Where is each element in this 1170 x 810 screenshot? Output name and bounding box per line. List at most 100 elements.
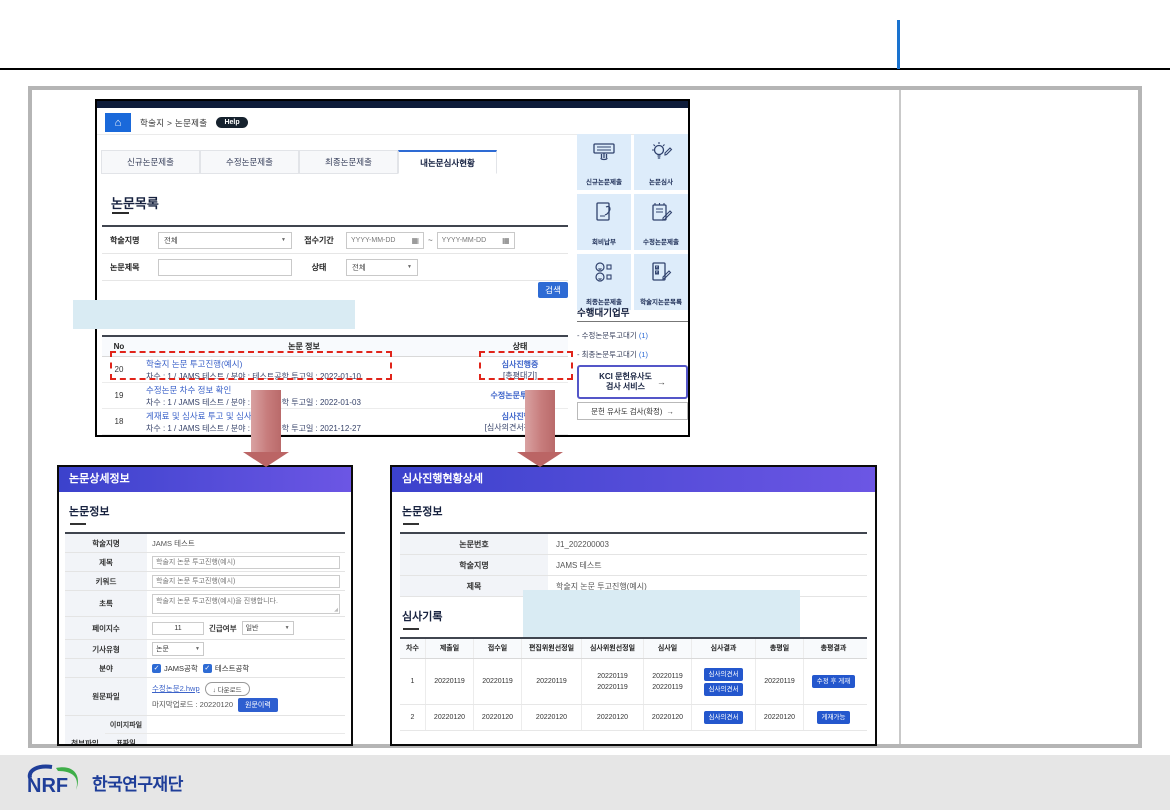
abstract-label: 초록: [65, 591, 147, 616]
calendar-icon[interactable]: ▦: [502, 236, 510, 245]
search-form: 학술지명 전체 ▼ 접수기간 ▦ ~ ▦: [102, 225, 568, 281]
journal-select-value: 전체: [164, 235, 178, 246]
quickmenu-new-submission[interactable]: 신규논문제출: [577, 134, 631, 190]
breadcrumb: 학술지 > 논문제출: [140, 117, 207, 129]
urgent-select[interactable]: 일반 ▼: [242, 621, 294, 635]
keyword-input[interactable]: [152, 575, 340, 588]
pending-item-label: 최종논문투고대기: [582, 350, 637, 359]
tab-my-review-status[interactable]: 내논문심사현황: [398, 150, 497, 174]
receipt-date: 20220119: [474, 659, 522, 704]
table-row: 19 수정논문 차수 정보 확인 차수 : 1 / JAMS 테스트 / 분야 …: [102, 383, 568, 409]
quickmenu-fee-payment[interactable]: 회비납부: [577, 194, 631, 250]
title-label: 제목: [65, 553, 147, 571]
lightbulb-pencil-icon: [649, 140, 673, 164]
paper-detail-panel: 논문상세정보 논문정보 학술지명 JAMS 테스트 제목 키워드 초록 학술지 …: [57, 465, 353, 746]
status-select[interactable]: 전체 ▼: [346, 259, 418, 276]
record-row: 2 20220120 20220120 20220120 20220120 20…: [400, 705, 867, 731]
abstract-value: 학술지 논문 투고진행(예시)을 진행합니다.: [156, 598, 278, 605]
date-from-field[interactable]: ▦: [346, 232, 424, 249]
pending-tasks-title: 수행대기업무: [577, 305, 629, 319]
quickmenu-revised-submission[interactable]: 수정논문제출: [634, 194, 688, 250]
tab-revised-submission[interactable]: 수정논문제출: [200, 150, 299, 174]
col-summary-result: 총평결과: [804, 639, 863, 658]
urgent-label: 긴급여부: [209, 623, 237, 634]
summary-result-button[interactable]: 수정 후 게재: [812, 675, 856, 688]
home-icon: ⌂: [115, 117, 122, 129]
field-checkbox-test[interactable]: ✓ 테스트공학: [203, 663, 250, 674]
round-value: 1: [400, 659, 426, 704]
pages-input[interactable]: [152, 622, 204, 635]
quickmenu-final-submission[interactable]: 최종논문제출: [577, 254, 631, 310]
summary-result-button[interactable]: 게재가능: [817, 711, 851, 724]
attachment-image-label: 이미지파일: [105, 716, 147, 733]
review-opinion-button[interactable]: 심사의견서: [704, 711, 744, 724]
calendar-icon[interactable]: ▦: [411, 236, 419, 245]
kci-similarity-button[interactable]: KCI 문헌유사도 검사 서비스 →: [577, 365, 688, 399]
receipt-date: 20220120: [474, 705, 522, 730]
help-badge[interactable]: Help: [216, 117, 247, 128]
submission-tabs: 신규논문제출 수정논문제출 최종논문제출 내논문심사현황: [101, 150, 497, 174]
quickmenu-journal-paper-list[interactable]: 학술지논문목록: [634, 254, 688, 310]
row-no: 19: [102, 391, 136, 400]
paper-title-input[interactable]: [158, 259, 292, 276]
review-date: 20220119: [652, 672, 683, 681]
date-to-input[interactable]: [442, 237, 498, 244]
download-icon: ↓: [213, 687, 216, 694]
review-opinion-button[interactable]: 심사의견서: [704, 668, 744, 681]
pending-item-revised[interactable]: - 수정논문투고대기 (1): [577, 330, 648, 341]
arrow-right-icon: →: [657, 377, 666, 387]
summary-date: 20220120: [756, 705, 804, 730]
kci-line1: KCI 문헌유사도: [599, 372, 652, 382]
bullet: -: [577, 331, 580, 340]
col-editor-date: 편집위원선정일: [522, 639, 582, 658]
paper-list-title: 논문목록: [111, 193, 159, 212]
review-opinion-button[interactable]: 심사의견서: [704, 683, 744, 696]
journal-select[interactable]: 전체 ▼: [158, 232, 292, 249]
manuscript-file-link[interactable]: 수정논문2.hwp: [152, 683, 200, 694]
tab-new-submission[interactable]: 신규논문제출: [101, 150, 200, 174]
section-title: 논문정보: [402, 503, 875, 519]
download-label: 다운로드: [218, 687, 242, 694]
date-to-field[interactable]: ▦: [437, 232, 515, 249]
resize-handle-icon[interactable]: ◢: [334, 607, 338, 613]
tab-final-submission[interactable]: 최종논문제출: [299, 150, 398, 174]
chevron-down-icon: ▼: [281, 237, 286, 243]
period-label: 접수기간: [292, 235, 346, 246]
nrf-name: 한국연구재단: [92, 770, 183, 795]
journal-label: 학술지명: [400, 555, 548, 575]
row-no: 18: [102, 417, 136, 426]
manuscript-history-button[interactable]: 원문이력: [238, 698, 278, 712]
home-button[interactable]: ⌂: [105, 113, 131, 132]
paper-link[interactable]: 수정논문 차수 정보 확인: [146, 384, 472, 396]
col-summary-date: 총평일: [756, 639, 804, 658]
download-button[interactable]: ↓ 다운로드: [205, 682, 250, 696]
journal-value: JAMS 테스트: [152, 538, 195, 549]
quickmenu-paper-review[interactable]: 논문심사: [634, 134, 688, 190]
top-divider-line: [0, 68, 1170, 70]
quickmenu-label: 신규논문제출: [577, 176, 631, 186]
date-from-input[interactable]: [351, 237, 407, 244]
journal-label: 학술지명: [65, 534, 147, 552]
panel-title: 심사진행현황상세: [392, 467, 875, 492]
text-cursor-mark: [897, 20, 900, 69]
round-value: 2: [400, 705, 426, 730]
checkbox-checked-icon: ✓: [152, 664, 161, 673]
bullet: -: [577, 350, 580, 359]
pending-item-final[interactable]: - 최종논문투고대기 (1): [577, 349, 648, 360]
emoticon-check-icon: [592, 260, 616, 284]
similarity-check-button[interactable]: 문헌 유사도 검사(확정) →: [577, 402, 688, 420]
article-type-select[interactable]: 논문 ▼: [152, 642, 204, 656]
article-type-value: 논문: [156, 644, 169, 654]
editor-date: 20220119: [522, 659, 582, 704]
abstract-textarea[interactable]: 학술지 논문 투고진행(예시)을 진행합니다. ◢: [152, 594, 340, 614]
search-button[interactable]: 검색: [538, 282, 568, 298]
memo-pencil-icon: [649, 200, 673, 224]
title-input[interactable]: [152, 556, 340, 569]
paper-table: No 논문 정보 상태 20 학술지 논문 투고진행(예시) 차수 : 1 / …: [102, 335, 568, 435]
arrow-right-icon: →: [666, 407, 674, 416]
review-date: 20220119: [652, 683, 683, 692]
paper-link[interactable]: 게재료 및 심사료 투고 및 심사 진행 중: [146, 410, 472, 422]
field-checkbox-jams[interactable]: ✓ JAMS공학: [152, 663, 198, 674]
quickmenu-label: 회비납부: [577, 236, 631, 246]
frame-divider: [899, 90, 901, 744]
